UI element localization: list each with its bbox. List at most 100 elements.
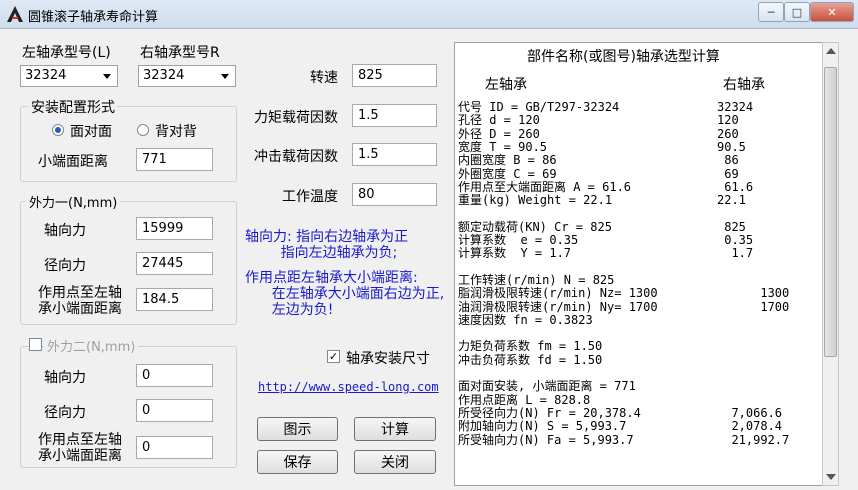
speed-label: 转速	[310, 70, 338, 86]
force2-point-field[interactable]: 0	[136, 436, 213, 459]
report-right-header: 右轴承	[723, 77, 765, 93]
report-row-left: 附加轴向力(N) S = 5,993.7	[458, 419, 627, 434]
report-row-right: 7,066.6	[717, 405, 783, 420]
report-row-left: 脂润滑极限转速(r/min) Nz= 1300	[458, 286, 658, 301]
install-size-checkbox[interactable]: ✓	[327, 350, 340, 363]
report-title: 部件名称(或图号)轴承选型计算	[527, 49, 720, 65]
force2-radial-field[interactable]: 0	[136, 399, 213, 422]
force2-checkbox[interactable]	[29, 338, 42, 351]
right-bearing-value: 32324	[143, 68, 185, 83]
report-row-left: 孔径 d = 120	[458, 113, 540, 128]
save-button[interactable]: 保存	[257, 450, 338, 474]
small-end-distance-field[interactable]: 771	[136, 148, 213, 171]
report-left-header: 左轴承	[485, 77, 527, 93]
right-bearing-label: 右轴承型号R	[140, 45, 220, 61]
axial-force-note: 轴向力: 指向右边轴承为正 指向左边轴承为负;	[245, 229, 409, 261]
report-row-left: 所受轴向力(N) Fa = 5,993.7	[458, 432, 634, 447]
force1-radial-label: 径向力	[44, 258, 86, 274]
back-to-back-label: 背对背	[155, 124, 197, 140]
force2-point-label-line1: 作用点至左轴	[38, 432, 122, 448]
calculate-button[interactable]: 计算	[354, 417, 436, 441]
window-title: 圆锥滚子轴承寿命计算	[28, 10, 159, 25]
report-panel[interactable]: 部件名称(或图号)轴承选型计算 左轴承 右轴承 代号 ID = GB/T297-…	[454, 42, 824, 486]
temperature-label: 工作温度	[282, 189, 338, 205]
left-bearing-label: 左轴承型号(L)	[22, 45, 111, 61]
scroll-thumb[interactable]	[824, 67, 837, 357]
report-row-right: 86	[717, 153, 739, 168]
report-row-right: 2,078.4	[717, 419, 783, 434]
report-row-left: 额定动载荷(KN) Cr = 825	[458, 219, 612, 234]
report-row-left: 外径 D = 260	[458, 126, 540, 141]
report-row-left: 冲击负荷系数 fd = 1.50	[458, 352, 603, 367]
report-row-right: 1700	[717, 299, 790, 314]
moment-factor-field[interactable]: 1.5	[352, 104, 437, 127]
small-end-distance-label: 小端面距离	[38, 154, 108, 170]
chevron-down-icon	[221, 74, 229, 79]
speed-field[interactable]: 825	[352, 64, 437, 87]
report-row-right: 825	[717, 219, 746, 234]
report-row-left: 代号 ID = GB/T297-32324	[458, 100, 620, 114]
scroll-down-icon[interactable]	[826, 474, 836, 480]
force1-point-label-line2: 承小端面距离	[38, 301, 122, 317]
close-button[interactable]: 关闭	[354, 450, 436, 474]
left-bearing-select[interactable]: 32324	[20, 65, 118, 87]
report-row-right: 32324	[717, 100, 754, 114]
point-distance-note: 作用点距左轴承大小端距离: 在左轴承大小端面右边为正, 左边为负!	[245, 270, 445, 318]
temperature-field[interactable]: 80	[352, 183, 437, 206]
app-logo-icon	[7, 6, 23, 22]
force2-group-title: 外力二(N,mm)	[44, 336, 139, 355]
mounting-group-title: 安装配置形式	[28, 97, 118, 117]
report-row-right: 120	[717, 113, 739, 128]
report-row-left: 计算系数 Y = 1.7	[458, 246, 572, 261]
report-row-right: 69	[717, 166, 739, 181]
scroll-up-icon[interactable]	[826, 48, 836, 54]
report-row-left: 油润滑极限转速(r/min) Ny= 1700	[458, 299, 658, 314]
report-row-right: 22.1	[717, 193, 746, 208]
report-row-right: 61.6	[717, 179, 754, 194]
report-row-left: 所受径向力(N) Fr = 20,378.4	[458, 405, 641, 420]
force2-point-label: 作用点至左轴 承小端面距离	[38, 432, 122, 464]
checkmark-icon: ✓	[328, 350, 339, 363]
face-to-face-radio[interactable]	[52, 124, 64, 136]
force1-point-label: 作用点至左轴 承小端面距离	[38, 285, 122, 317]
maximize-button[interactable]: □	[784, 2, 810, 22]
force1-point-field[interactable]: 184.5	[136, 288, 213, 311]
report-row-right: 0.35	[717, 233, 754, 247]
close-window-button[interactable]: ✕	[810, 2, 854, 22]
report-row-left: 作用点至大端面距离 A = 61.6	[458, 179, 632, 194]
force1-axial-field[interactable]: 15999	[136, 217, 213, 240]
report-row-right: 21,992.7	[717, 432, 790, 447]
moment-factor-label: 力矩载荷因数	[254, 110, 338, 126]
report-row-left: 重量(kg) Weight = 22.1	[458, 193, 613, 208]
left-bearing-value: 32324	[25, 68, 67, 83]
report-row-left: 工作转速(r/min) N = 825	[458, 272, 615, 287]
website-link[interactable]: http://www.speed-long.com	[258, 380, 439, 394]
force1-axial-label: 轴向力	[44, 223, 86, 239]
face-to-face-label: 面对面	[70, 124, 112, 140]
impact-factor-field[interactable]: 1.5	[352, 143, 437, 166]
report-row-right: 90.5	[717, 139, 746, 154]
chevron-down-icon	[103, 74, 111, 79]
report-row-right: 1.7	[717, 246, 754, 261]
report-row-left: 作用点距离 L = 828.8	[458, 392, 591, 407]
report-row-left: 面对面安装, 小端面距离 = 771	[458, 379, 636, 394]
report-scrollbar[interactable]	[822, 42, 839, 486]
force2-radial-label: 径向力	[44, 405, 86, 421]
force1-point-label-line1: 作用点至左轴	[38, 285, 122, 301]
impact-factor-label: 冲击载荷因数	[254, 149, 338, 165]
minimize-button[interactable]: ─	[758, 2, 784, 22]
report-row-left: 力矩负荷系数 fm = 1.50	[458, 339, 603, 354]
force1-radial-field[interactable]: 27445	[136, 252, 213, 275]
report-row-left: 速度因数 fn = 0.3823	[458, 312, 593, 327]
report-row-left: 宽度 T = 90.5	[458, 139, 548, 154]
diagram-button[interactable]: 图示	[257, 417, 338, 441]
report-row-right: 260	[717, 126, 739, 141]
install-size-label: 轴承安装尺寸	[346, 351, 430, 367]
report-row-right: 1300	[717, 286, 790, 301]
force2-axial-label: 轴向力	[44, 370, 86, 386]
back-to-back-radio[interactable]	[137, 124, 149, 136]
report-row-left: 外圈宽度 C = 69	[458, 166, 557, 181]
force1-group-title: 外力一(N,mm)	[26, 192, 121, 211]
force2-axial-field[interactable]: 0	[136, 364, 213, 387]
right-bearing-select[interactable]: 32324	[138, 65, 236, 87]
